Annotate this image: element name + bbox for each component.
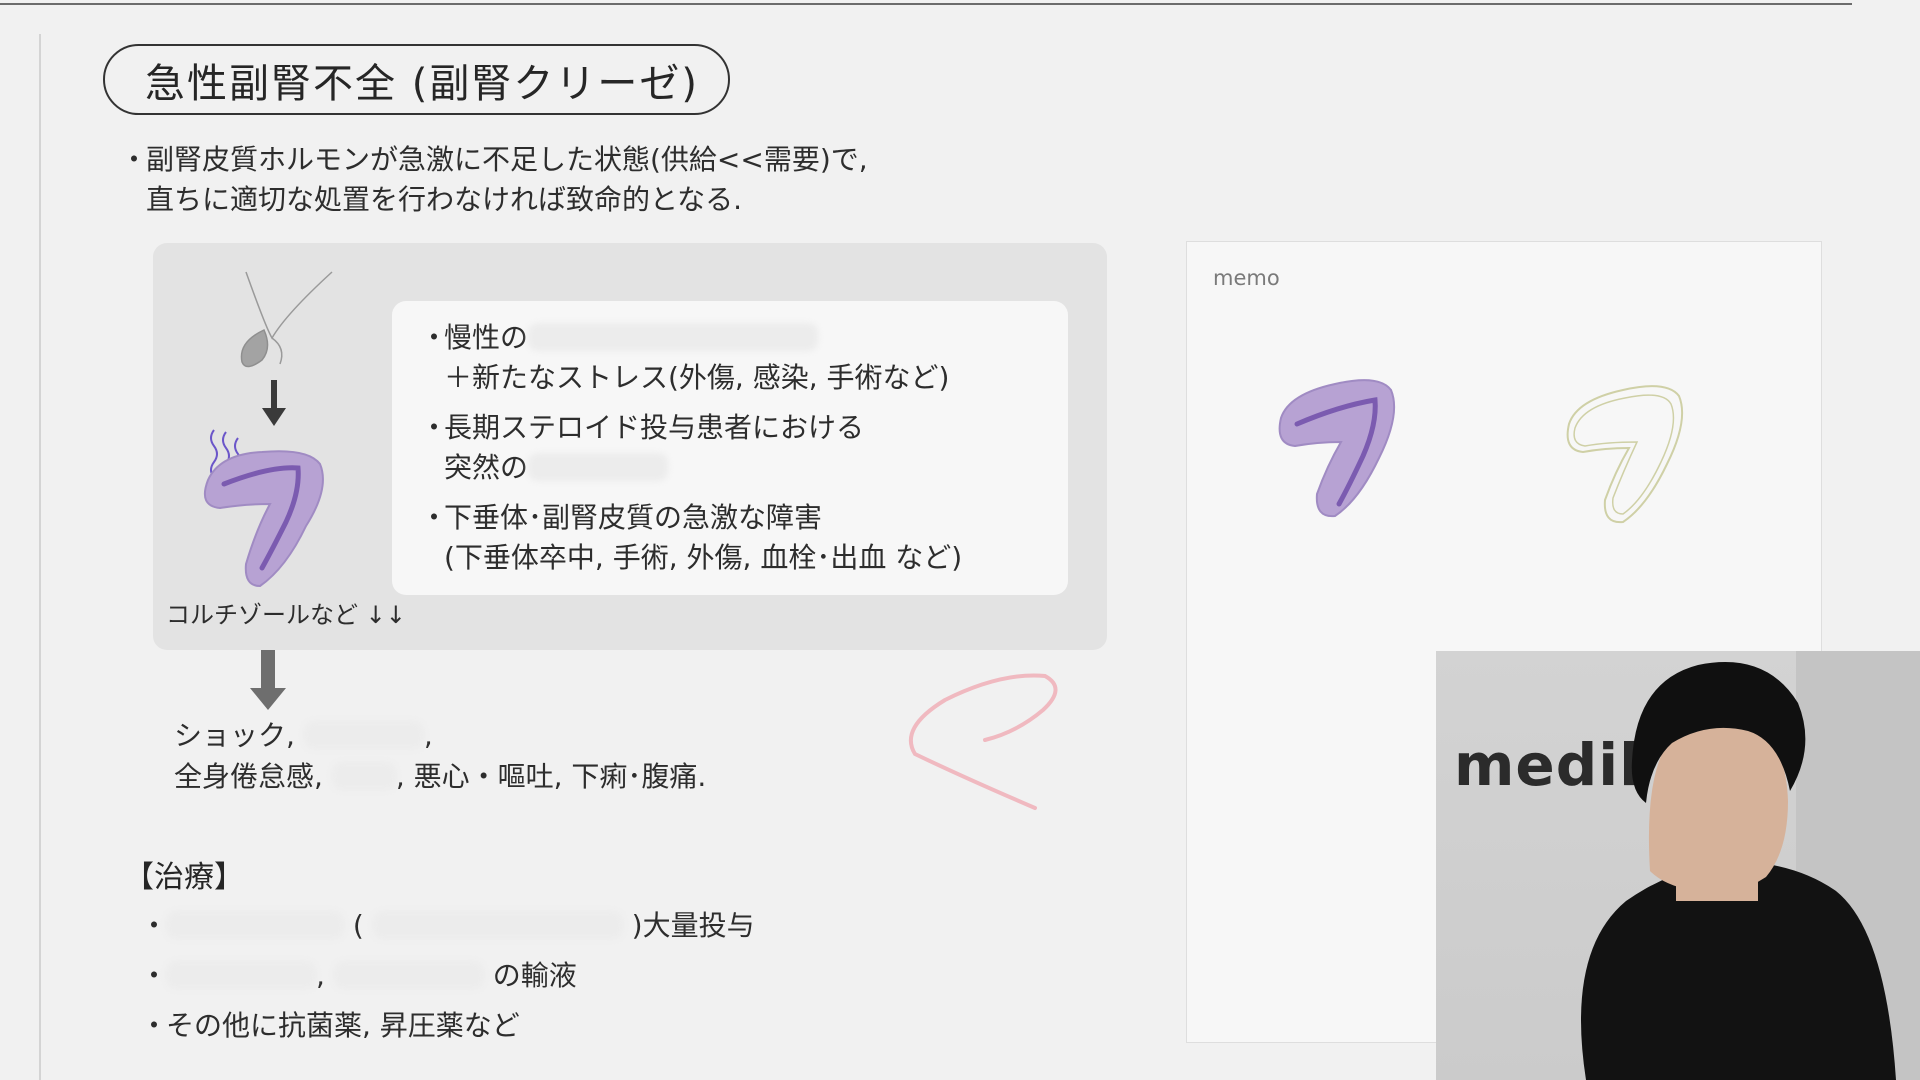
memo-label: memo (1213, 266, 1280, 290)
intro-bullet: ・ (120, 143, 149, 176)
redacted-blank (528, 323, 819, 351)
cause-1-line-2: ＋新たなストレス(外傷, 感染, 手術など) (444, 361, 950, 394)
cause-bullet: ・ (420, 411, 449, 444)
adrenal-gland-icon (204, 450, 324, 588)
symptoms-line-1-prefix: ショック, (174, 719, 295, 752)
slide: 急性副腎不全 (副腎クリーゼ) ・ 副腎皮質ホルモンが急激に不足した状態(供給<… (0, 0, 1920, 1080)
intro-text: ・ 副腎皮質ホルモンが急激に不足した状態(供給<<需要)で, 直ちに適切な処置を… (120, 140, 868, 220)
page-title-text: 急性副腎不全 (副腎クリーゼ) (145, 60, 699, 107)
treatment-item-3: ・その他に抗菌薬, 昇圧薬など (140, 1004, 520, 1044)
treatment-item-1-open: ( (352, 909, 364, 942)
treatment-bullet: ・ (140, 1009, 169, 1042)
left-rule (39, 34, 41, 1080)
pituitary-icon (240, 271, 333, 368)
intro-line-2: 直ちに適切な処置を行わなければ致命的となる. (146, 183, 743, 216)
anatomy-diagram (204, 271, 333, 588)
treatment-heading: 【治療】 (124, 860, 244, 895)
down-arrow-icon (250, 650, 286, 710)
redacted-blank (166, 961, 316, 989)
presenter-silhouette (1581, 651, 1920, 1080)
page-title: 急性副腎不全 (副腎クリーゼ) (103, 44, 730, 115)
symptoms-line-2-prefix: 全身倦怠感, (174, 760, 323, 793)
redacted-blank (303, 721, 424, 749)
adrenal-gland-icon (1278, 379, 1396, 518)
treatment-bullet: ・ (140, 909, 169, 942)
cause-2-line-2: 突然の (444, 451, 529, 484)
cause-item-3: ・ 下垂体･副腎皮質の急激な障害 (下垂体卒中, 手術, 外傷, 血栓･出血 な… (420, 498, 962, 578)
cause-bullet: ・ (420, 501, 449, 534)
cortisol-label: コルチゾールなど ↓↓ (166, 601, 406, 629)
cause-item-1: ・ 慢性の ＋新たなストレス(外傷, 感染, 手術など) (420, 318, 949, 398)
cause-bullet: ・ (420, 321, 449, 354)
redacted-blank (372, 911, 623, 939)
cause-3-line-2: (下垂体卒中, 手術, 外傷, 血栓･出血 など) (444, 541, 963, 574)
redacted-blank (528, 453, 669, 481)
cause-1-line-1: 慢性の (444, 321, 529, 354)
adrenal-outline-icon (1566, 385, 1684, 524)
treatment-item-2-mid: , (316, 959, 325, 992)
treatment-bullet: ・ (140, 959, 169, 992)
treatment-item-3-text: その他に抗菌薬, 昇圧薬など (166, 1009, 520, 1042)
redacted-blank (331, 762, 396, 790)
symptoms-line-1-suffix: , (423, 719, 433, 752)
treatment-item-2: ・, の輸液 (140, 954, 577, 994)
symptoms-text: ショック, , 全身倦怠感, , 悪心・嘔吐, 下痢･腹痛. (174, 715, 706, 797)
cause-3-line-1: 下垂体･副腎皮質の急激な障害 (444, 501, 823, 534)
cause-2-line-1: 長期ステロイド投与患者における (444, 411, 865, 444)
top-rule (0, 3, 1852, 5)
cause-item-2: ・ 長期ステロイド投与患者における 突然の (420, 408, 864, 488)
treatment-item-2-suffix: の輸液 (492, 959, 577, 992)
treatment-item-1-suffix: )大量投与 (631, 909, 755, 942)
symptoms-line-2-suffix: , 悪心・嘔吐, 下痢･腹痛. (395, 760, 707, 793)
treatment-item-1: ・ ( )大量投与 (140, 904, 755, 944)
down-arrow-icon (262, 380, 286, 426)
redacted-blank (333, 961, 484, 989)
pink-scribble-icon (908, 673, 1058, 810)
redacted-blank (166, 911, 344, 939)
intro-line-1: 副腎皮質ホルモンが急激に不足した状態(供給<<需要)で, (146, 143, 868, 176)
webcam-feed: medil (1436, 651, 1920, 1080)
